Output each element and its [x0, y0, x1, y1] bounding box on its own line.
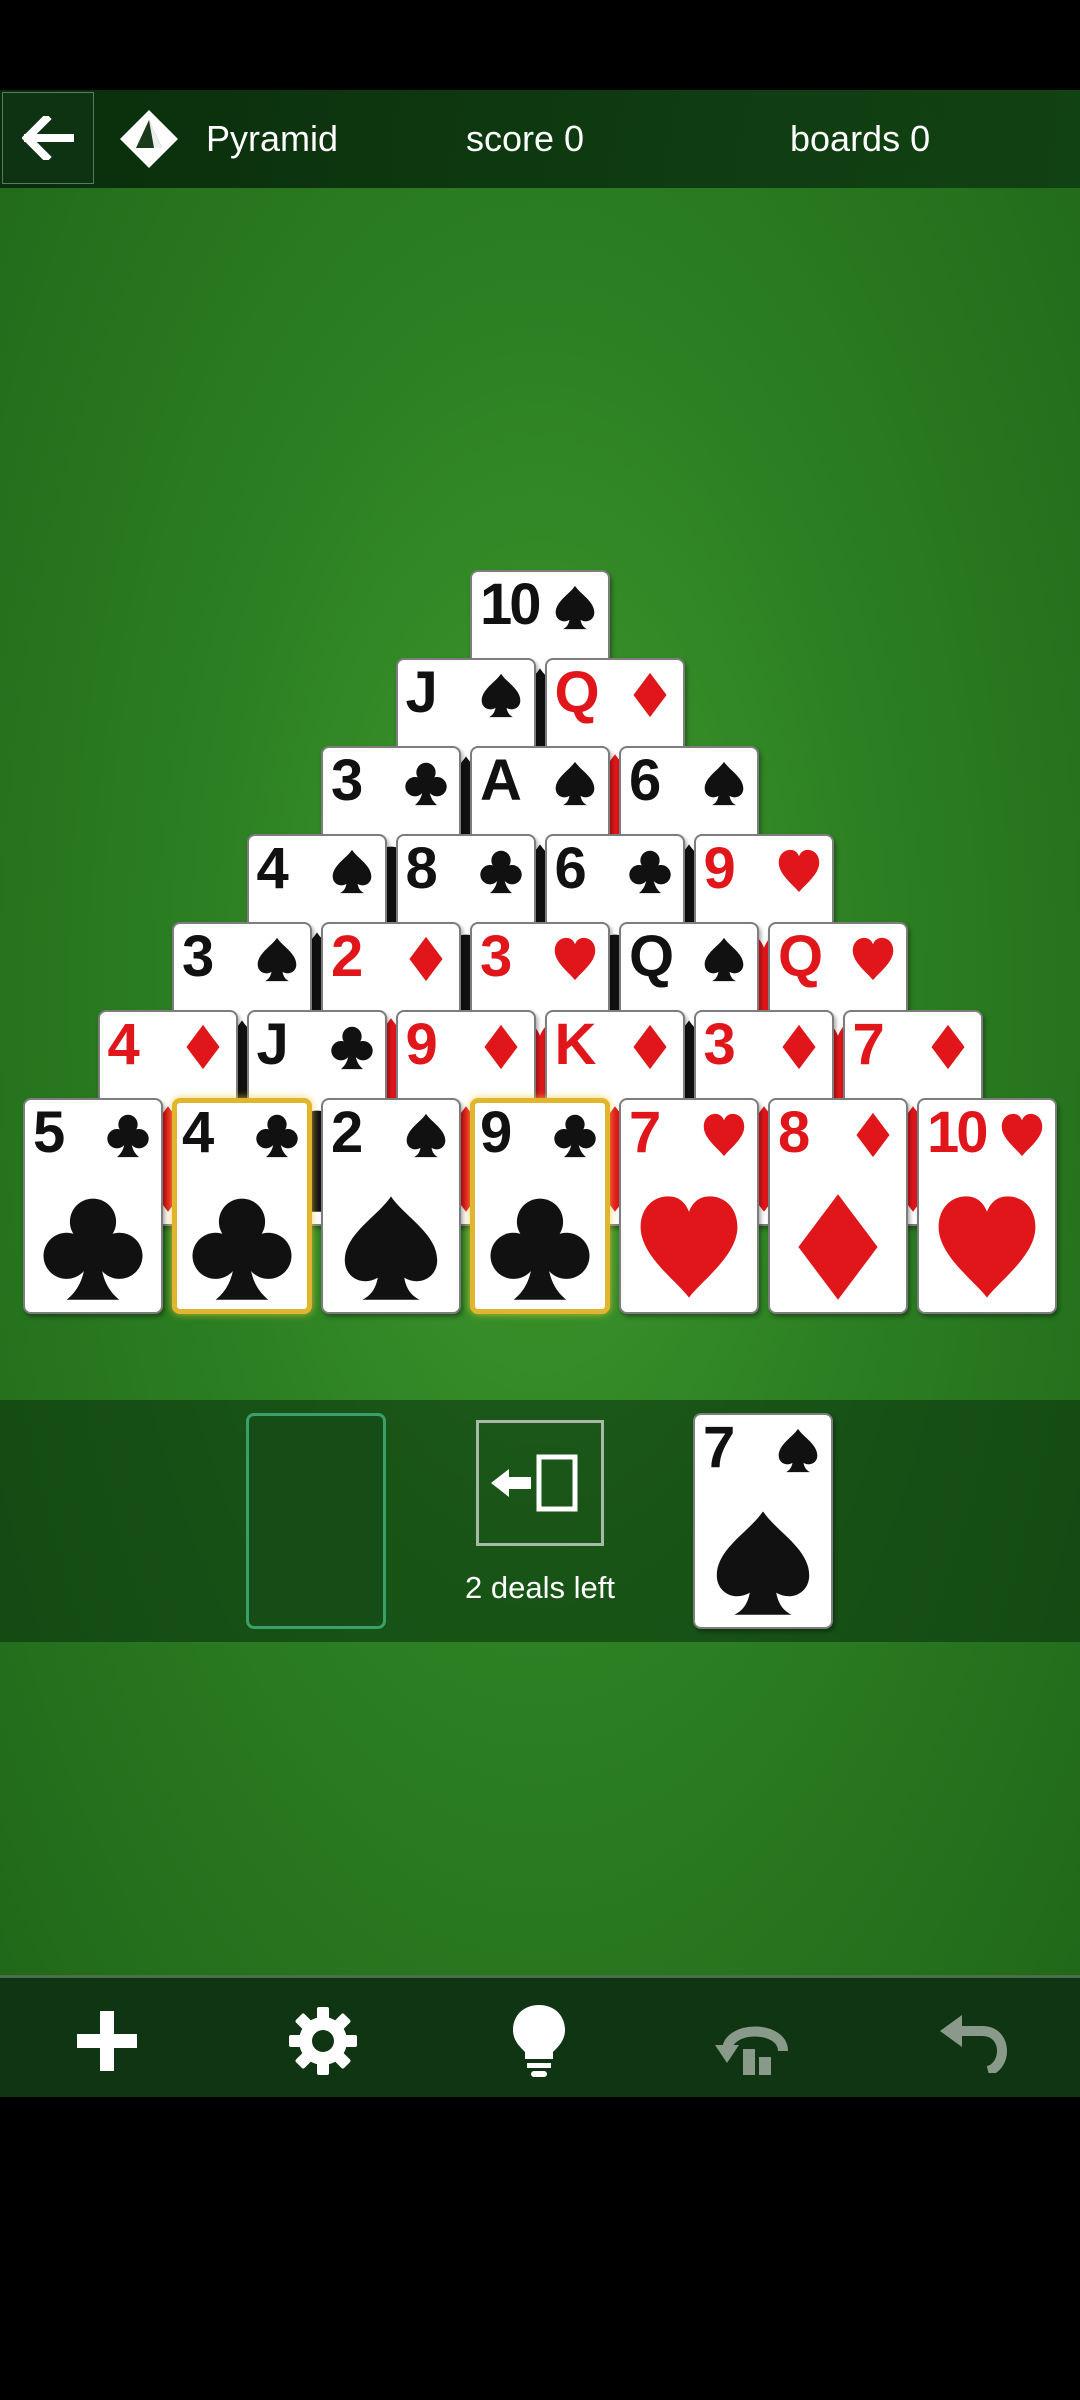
- card-rank: 2: [331, 924, 363, 989]
- lightbulb-icon: [513, 2005, 565, 2077]
- card-rank: 6: [554, 836, 587, 901]
- back-arrow-icon: [22, 116, 74, 160]
- heart-icon: [703, 1113, 745, 1157]
- diamond-icon: [632, 1024, 667, 1070]
- recycle-waste-button[interactable]: [476, 1420, 604, 1546]
- club-icon: [405, 762, 447, 806]
- pyramid-card[interactable]: 7: [619, 1098, 759, 1314]
- club-icon: [628, 850, 671, 894]
- spade-icon: [257, 937, 297, 982]
- card-rank: 7: [703, 1415, 735, 1480]
- spade-icon: [716, 1511, 810, 1615]
- spade-icon: [481, 673, 520, 718]
- deals-left-label: 2 deals left: [465, 1570, 615, 1605]
- pyramid-card[interactable]: 2: [321, 1098, 461, 1314]
- card-rank: Q: [778, 924, 823, 989]
- card-rank: Q: [554, 660, 600, 725]
- game-title: Pyramid: [206, 118, 339, 159]
- pyramid-card[interactable]: 4: [172, 1098, 312, 1314]
- boards-display: boards 0: [790, 118, 931, 159]
- heart-icon: [938, 1196, 1036, 1298]
- card-rank: 5: [33, 1100, 65, 1165]
- card-rank: 7: [852, 1012, 885, 1077]
- pyramid-card[interactable]: 8: [768, 1098, 908, 1314]
- club-icon: [330, 1026, 373, 1070]
- club-icon: [479, 850, 522, 894]
- game-area: Pyramid score 0 boards 0 10 J Q 3 A 6 4 8 6 9 3 2 3 Q…: [0, 90, 1080, 2097]
- header-bar: Pyramid score 0 boards 0: [0, 90, 1080, 188]
- pyramid-card[interactable]: 9: [470, 1098, 610, 1314]
- diamond-icon: [856, 1112, 890, 1158]
- score-display: score 0: [466, 118, 585, 159]
- spade-icon: [704, 761, 744, 806]
- waste-card[interactable]: 7: [693, 1413, 833, 1629]
- diamond-icon: [185, 1024, 220, 1070]
- gear-icon: [289, 2007, 357, 2075]
- stock-pile-empty[interactable]: [246, 1413, 386, 1629]
- pyramid-card[interactable]: 10: [917, 1098, 1057, 1314]
- spade-icon: [704, 937, 744, 982]
- pyramid-logo-icon: [120, 110, 178, 168]
- card-rank: 8: [778, 1100, 810, 1165]
- card-rank: 3: [331, 748, 363, 813]
- club-icon: [107, 1114, 149, 1158]
- card-rank: 3: [703, 1012, 736, 1077]
- card-rank: A: [480, 748, 522, 813]
- bottom-toolbar: [0, 1975, 1080, 2097]
- undo-icon: [940, 2015, 1008, 2073]
- club-icon: [43, 1198, 143, 1300]
- spade-icon: [406, 1113, 446, 1158]
- heart-icon: [778, 849, 819, 893]
- card-rank: 9: [703, 836, 736, 901]
- new-game-button[interactable]: [62, 1996, 152, 2086]
- card-rank: 9: [480, 1100, 512, 1165]
- pyramid-card[interactable]: 5: [23, 1098, 163, 1314]
- card-rank: J: [405, 660, 438, 725]
- settings-button[interactable]: [278, 1996, 368, 2086]
- card-rank: 6: [629, 748, 661, 813]
- spade-icon: [344, 1196, 438, 1300]
- card-rank: 3: [480, 924, 512, 989]
- card-rank: 3: [182, 924, 214, 989]
- heart-icon: [554, 937, 596, 981]
- card-rank: 4: [182, 1100, 214, 1165]
- back-button[interactable]: [2, 92, 94, 184]
- spade-icon: [778, 1428, 818, 1473]
- card-rank: J: [256, 1012, 289, 1077]
- diamond-icon: [798, 1194, 878, 1300]
- card-rank: 8: [405, 836, 438, 901]
- club-icon: [554, 1114, 596, 1158]
- diamond-icon: [483, 1024, 518, 1070]
- spade-icon: [555, 585, 595, 630]
- spade-icon: [332, 849, 371, 894]
- club-icon: [192, 1198, 292, 1300]
- recycle-arrow-icon: [491, 1454, 578, 1512]
- club-icon: [490, 1198, 590, 1300]
- heart-icon: [852, 937, 894, 981]
- diamond-icon: [781, 1024, 816, 1070]
- card-rank: 2: [331, 1100, 363, 1165]
- hint-button[interactable]: [494, 1996, 584, 2086]
- card-rank: 4: [256, 836, 289, 901]
- diamond-icon: [930, 1024, 965, 1070]
- heart-icon: [1001, 1113, 1043, 1157]
- replay-button[interactable]: [710, 1996, 800, 2086]
- club-icon: [256, 1114, 298, 1158]
- card-rank: 10: [480, 572, 541, 637]
- card-rank: 10: [927, 1100, 988, 1165]
- plus-icon: [77, 2011, 137, 2071]
- replay-icon: [715, 2026, 788, 2075]
- heart-icon: [640, 1196, 738, 1298]
- spade-icon: [555, 761, 595, 806]
- card-rank: 7: [629, 1100, 661, 1165]
- undo-button[interactable]: [928, 1996, 1018, 2086]
- card-rank: Q: [629, 924, 674, 989]
- card-rank: 4: [107, 1012, 140, 1077]
- card-rank: K: [554, 1012, 597, 1077]
- diamond-icon: [409, 936, 443, 982]
- diamond-icon: [632, 672, 667, 718]
- card-rank: 9: [405, 1012, 438, 1077]
